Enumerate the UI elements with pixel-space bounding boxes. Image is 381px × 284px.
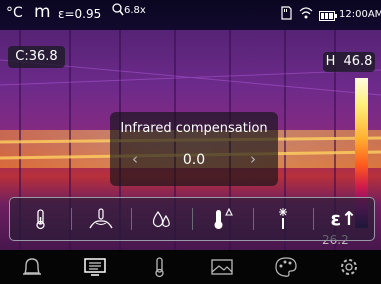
hand-temperature-icon[interactable]	[70, 198, 132, 240]
measure-mode-icon: m	[34, 2, 51, 22]
settings-icon[interactable]	[318, 250, 381, 284]
bottom-menu-bar	[0, 250, 381, 284]
high-temperature: H 46.8	[323, 52, 375, 72]
infrared-compensation-dialog: Infrared compensation ‹ 0.0 ›	[110, 112, 278, 186]
clock: 12:00AM	[339, 9, 381, 20]
emissivity-label: ε=0.95	[58, 7, 102, 21]
image-icon[interactable]	[191, 250, 255, 284]
high-value: 46.8	[343, 54, 373, 69]
palette-icon[interactable]	[254, 250, 318, 284]
display-icon[interactable]	[64, 250, 128, 284]
sd-card-icon	[280, 6, 292, 24]
battery-icon	[319, 9, 337, 25]
high-label: H	[325, 54, 336, 69]
emissivity-symbol: ε↑	[330, 208, 357, 230]
bell-icon[interactable]	[0, 250, 64, 284]
thermometer-icon[interactable]	[10, 198, 71, 240]
function-toolbar: ε↑	[9, 197, 375, 241]
zoom-icon	[112, 3, 124, 21]
dialog-title: Infrared compensation	[120, 121, 268, 136]
wifi-icon	[299, 6, 313, 24]
increase-arrow-icon[interactable]: ›	[250, 150, 256, 168]
zoom-label: 6.8x	[124, 5, 146, 16]
laser-spark-icon[interactable]	[252, 198, 314, 240]
unit-label: °C	[6, 5, 23, 21]
status-bar: °C m ε=0.95 6.8x 12:00AM	[0, 0, 381, 30]
thermometer-icon[interactable]	[127, 250, 191, 284]
camera-screen: °C m ε=0.95 6.8x 12:00AM C:36.8 H 46.8 2…	[0, 0, 381, 284]
center-temperature: C:36.8	[8, 46, 65, 68]
thermometer-alarm-icon[interactable]	[192, 198, 253, 240]
emissivity-icon[interactable]: ε↑	[313, 198, 374, 240]
humidity-drops-icon[interactable]	[131, 198, 192, 240]
